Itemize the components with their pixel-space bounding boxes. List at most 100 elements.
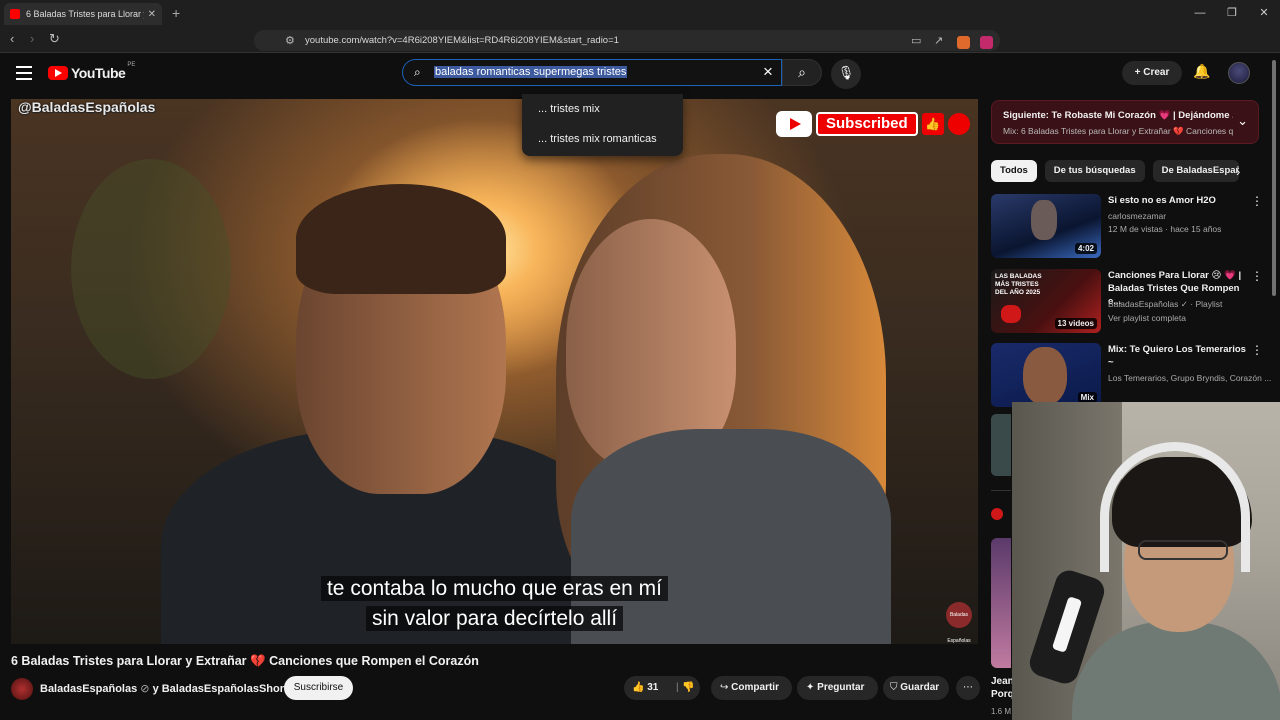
chip-from-channel[interactable]: De BaladasEspañol [1152,160,1239,182]
playlist-thumbnail[interactable]: LAS BALADAS MÁS TRISTES DEL AÑO 2025 13 … [991,269,1101,333]
create-button[interactable]: + Crear [1122,61,1182,85]
channel-name-row[interactable]: BaladasEspañolas ⊘ y BaladasEspañolasSho… [40,682,294,695]
dislike-button[interactable]: | [676,676,679,700]
bell-badge-icon [947,113,970,135]
channel-name[interactable]: BaladasEspañolas [1108,299,1178,309]
chevron-right-icon[interactable]: › [1236,164,1240,179]
video-player[interactable]: @BaladasEspañolas Subscribed 👍 te contab… [11,99,978,644]
close-window-icon[interactable]: ✕ [1248,0,1280,27]
video-thumbnail[interactable]: 4:02 [991,194,1101,258]
short-title[interactable]: Jean Porq [991,675,1013,701]
clear-search-icon[interactable]: × [763,62,773,82]
mix-thumbnail[interactable]: Mix [991,343,1101,407]
url-bar[interactable]: ⚙ youtube.com/watch?v=4R6i208YIEM&list=R… [254,30,1000,51]
chip-from-searches[interactable]: De tus búsquedas [1044,160,1145,182]
mix-title[interactable]: Mix: Te Quiero Los Temerarios ~ [1108,343,1248,369]
search-button[interactable]: ⌕ [782,59,822,86]
view-playlist-link[interactable]: Ver playlist completa [1108,313,1186,323]
like-icon: 👍 [632,682,645,693]
search-box[interactable]: ⌕ baladas romanticas supermegas tristes … [402,59,782,86]
up-next-title: Siguiente: Te Robaste Mi Corazón 💗 | Dej… [1003,110,1233,121]
share-label: Compartir [731,682,779,693]
like-dislike-group: 👍 31 | 👎 [624,676,700,700]
man-hair [296,184,506,294]
verified-icon: ✓ [1180,299,1188,309]
restore-icon[interactable]: ❐ [1216,0,1248,27]
url-text[interactable]: youtube.com/watch?v=4R6i208YIEM&list=RD4… [305,35,619,46]
caption-line-1: te contaba lo mucho que eras en mí [11,576,978,601]
save-icon: ⛉ [890,682,898,693]
back-icon[interactable]: ‹ [10,31,14,46]
video-title[interactable]: Si esto no es Amor H2O [1108,194,1248,207]
channel-avatar[interactable] [11,678,33,700]
window-controls: — ❐ ✕ [1184,0,1280,27]
up-next-mix: Mix: 6 Baladas Tristes para Llorar y Ext… [1003,126,1233,136]
save-button[interactable]: ⛉ Guardar [883,676,949,700]
channel-collab[interactable]: y BaladasEspañolasShorts [153,683,294,695]
list-item[interactable]: LAS BALADAS MÁS TRISTES DEL AÑO 2025 13 … [991,269,1271,335]
share-button[interactable]: ↪ Compartir [711,676,792,700]
minimize-icon[interactable]: — [1184,0,1216,27]
chip-all[interactable]: Todos [991,160,1037,182]
microphone-icon: 🎙 [837,65,855,80]
thumb-text: LAS BALADAS MÁS TRISTES DEL AÑO 2025 [995,273,1042,296]
channel-name[interactable]: BaladasEspañolas [40,683,137,695]
browser-tab[interactable]: 6 Baladas Tristes para Llorar y Extrañar… [4,3,162,25]
scrollbar[interactable] [1272,60,1276,296]
caption-line-2: sin valor para decírtelo allí [11,606,978,631]
tree-foliage [71,159,231,379]
site-info-icon[interactable]: ⚙ [285,34,295,47]
more-options-icon[interactable]: ⋮ [1251,269,1263,283]
forward-icon[interactable]: › [30,31,34,46]
search-submit-icon: ⌕ [798,64,806,80]
rewards-icon[interactable] [980,36,993,49]
dislike-icon[interactable]: 👎 [682,676,694,700]
like-button[interactable]: 👍 31 [632,676,658,700]
up-next-panel[interactable]: Siguiente: Te Robaste Mi Corazón 💗 | Dej… [991,100,1259,144]
save-label: Guardar [900,682,940,693]
subscribed-label: Subscribed [816,112,918,136]
ask-button[interactable]: ✦ Preguntar [797,676,878,700]
create-label: Crear [1143,67,1170,78]
like-count: 31 [647,682,659,693]
close-tab-icon[interactable]: ✕ [148,9,156,20]
logo-text: YouTube [71,65,126,81]
country-code: PE [127,62,136,68]
youtube-play-icon [48,66,68,80]
more-options-icon[interactable]: ⋮ [1251,194,1263,208]
search-input[interactable]: baladas romanticas supermegas tristes [434,66,628,78]
thumb-figure [1031,200,1057,240]
webcam-overlay [1012,402,1280,720]
reload-icon[interactable]: ↻ [49,31,60,47]
list-item[interactable]: Mix Mix: Te Quiero Los Temerarios ~ Los … [991,343,1271,409]
list-item[interactable]: 4:02 Si esto no es Amor H2O carlosmezama… [991,194,1271,260]
mix-artists: Los Temerarios, Grupo Bryndis, Corazón .… [1108,373,1272,383]
tab-title: 6 Baladas Tristes para Llorar y Extrañar [26,9,144,19]
new-tab-button[interactable]: + [172,5,180,21]
subscribed-animation: Subscribed 👍 [776,111,970,137]
glasses [1138,540,1228,560]
share-url-icon[interactable]: ↗ [934,34,943,47]
thumbnail-partial[interactable] [991,414,1011,476]
suggestion-item[interactable]: ... tristes mix romanticas [522,124,683,154]
video-count-badge: 13 videos [1054,318,1097,329]
filter-chips: Todos De tus búsquedas De BaladasEspañol [991,160,1239,182]
chevron-down-icon[interactable]: ⌄ [1237,113,1248,129]
channel-row: BaladasEspañolas ✓ · Playlist [1108,299,1223,309]
voice-search-button[interactable]: 🎙 [831,59,861,89]
channel-name[interactable]: carlosmezamar [1108,211,1166,221]
install-icon[interactable]: ▭ [911,34,921,47]
browser-tab-bar: 6 Baladas Tristes para Llorar y Extrañar… [0,0,1280,27]
account-avatar[interactable] [1228,62,1250,84]
more-options-icon[interactable]: ⋮ [1251,343,1263,357]
more-actions-icon[interactable]: ⋯ [956,676,980,700]
youtube-logo[interactable]: YouTube PE [48,62,136,81]
subscribe-button[interactable]: Suscribirse [284,676,353,700]
short-thumbnail[interactable] [991,538,1011,668]
notifications-icon[interactable]: 🔔 [1193,63,1210,80]
brave-shield-icon[interactable] [957,36,970,49]
hamburger-menu-icon[interactable] [16,66,32,80]
title-part-2: Canciones que Rompen el Corazón [269,654,479,668]
suggestion-item[interactable]: ... tristes mix [522,94,683,124]
duration-badge: 4:02 [1074,243,1097,254]
